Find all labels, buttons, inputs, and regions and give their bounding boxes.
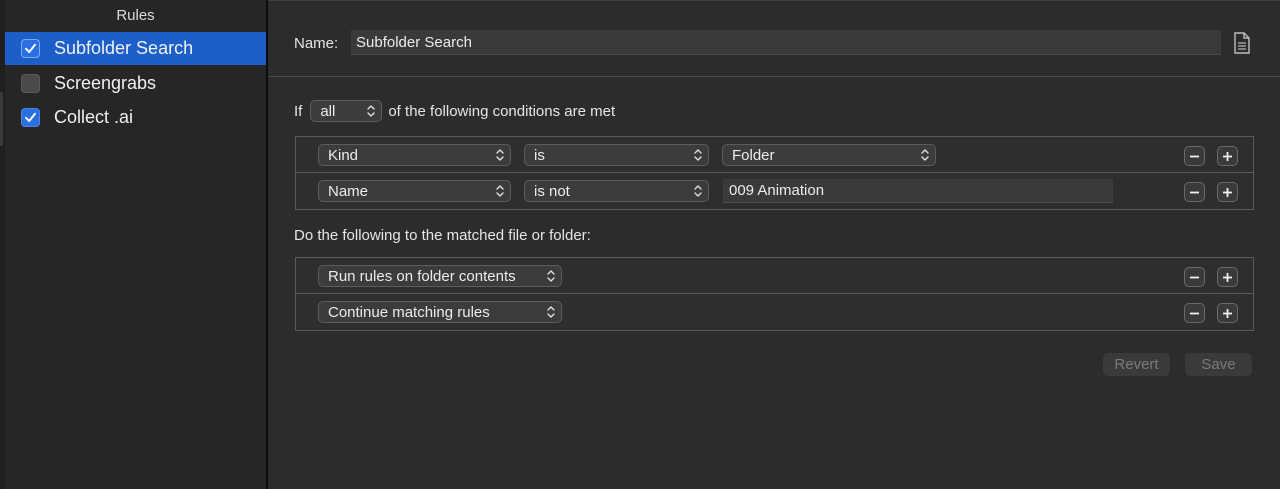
- rule-checkbox[interactable]: [21, 39, 40, 58]
- condition-operator-popup[interactable]: is not: [524, 180, 709, 202]
- top-line: [268, 0, 1280, 1]
- actions-label: Do the following to the matched file or …: [294, 227, 591, 244]
- condition-attribute: Name: [328, 182, 369, 200]
- sidebar-header: Rules: [116, 7, 155, 24]
- condition-value-popup[interactable]: Folder: [722, 144, 936, 166]
- rule-editor: Name: Subfolder Search If all of the fol…: [268, 0, 1280, 489]
- match-mode-popup[interactable]: all: [310, 100, 383, 122]
- action-value: Run rules on folder contents: [328, 267, 516, 285]
- rule-item-subfolder-search[interactable]: Subfolder Search: [5, 32, 266, 65]
- action-popup[interactable]: Run rules on folder contents: [318, 265, 562, 287]
- actions-list: Run rules on folder contents Continue ma…: [295, 257, 1254, 331]
- condition-value: Folder: [732, 146, 775, 164]
- minus-icon: [1190, 191, 1199, 193]
- minus-icon: [1190, 312, 1199, 314]
- condition-attribute-popup[interactable]: Name: [318, 180, 511, 202]
- revert-button[interactable]: Revert: [1103, 353, 1170, 376]
- chevron-updown-icon: [547, 306, 555, 318]
- remove-condition-button[interactable]: [1184, 182, 1205, 202]
- name-row: Name:: [294, 30, 338, 56]
- conditions-header: If all of the following conditions are m…: [294, 100, 615, 122]
- remove-condition-button[interactable]: [1184, 146, 1205, 166]
- conditions-prefix: If: [294, 102, 303, 120]
- minus-icon: [1190, 276, 1199, 278]
- chevron-updown-icon: [694, 185, 702, 197]
- name-input[interactable]: Subfolder Search: [351, 30, 1221, 55]
- condition-value-field[interactable]: 009 Animation: [723, 179, 1113, 203]
- rule-item-collect-ai[interactable]: Collect .ai: [5, 101, 266, 134]
- rule-item-screengrabs[interactable]: Screengrabs: [5, 67, 266, 100]
- action-value: Continue matching rules: [328, 303, 490, 321]
- checkmark-icon: [25, 43, 36, 53]
- plus-icon: [1223, 187, 1232, 197]
- add-action-button[interactable]: [1217, 267, 1238, 287]
- remove-action-button[interactable]: [1184, 303, 1205, 323]
- rule-checkbox[interactable]: [21, 74, 40, 93]
- chevron-updown-icon: [496, 185, 504, 197]
- condition-attribute-popup[interactable]: Kind: [318, 144, 511, 166]
- chevron-updown-icon: [367, 105, 376, 117]
- condition-row: Name is not 009 Animation: [296, 173, 1253, 209]
- plus-icon: [1223, 151, 1232, 161]
- chevron-updown-icon: [694, 149, 702, 161]
- condition-operator: is not: [534, 182, 570, 200]
- chevron-updown-icon: [547, 270, 555, 282]
- document-icon[interactable]: [1233, 32, 1251, 54]
- name-label: Name:: [294, 34, 339, 52]
- rule-checkbox[interactable]: [21, 108, 40, 127]
- rule-label: Screengrabs: [54, 73, 157, 93]
- conditions-suffix: of the following conditions are met: [388, 102, 616, 120]
- minus-icon: [1190, 155, 1199, 157]
- conditions-list: Kind is Folder Name is not 009 Animation: [295, 136, 1254, 210]
- section-divider: [268, 76, 1280, 77]
- condition-operator: is: [534, 146, 545, 164]
- action-row: Run rules on folder contents: [296, 258, 1253, 294]
- checkmark-icon: [25, 112, 36, 122]
- rules-sidebar: Rules Subfolder Search Screengrabs Colle…: [0, 0, 266, 489]
- condition-attribute: Kind: [328, 146, 359, 164]
- action-popup[interactable]: Continue matching rules: [318, 301, 562, 323]
- remove-action-button[interactable]: [1184, 267, 1205, 287]
- rule-label: Collect .ai: [54, 107, 134, 127]
- chevron-updown-icon: [496, 149, 504, 161]
- plus-icon: [1223, 308, 1232, 318]
- rule-label: Subfolder Search: [54, 38, 194, 58]
- add-condition-button[interactable]: [1217, 146, 1238, 166]
- action-row: Continue matching rules: [296, 294, 1253, 330]
- save-button[interactable]: Save: [1185, 353, 1252, 376]
- plus-icon: [1223, 272, 1232, 282]
- match-mode-value: all: [320, 102, 336, 120]
- add-action-button[interactable]: [1217, 303, 1238, 323]
- notch: [0, 92, 3, 146]
- condition-row: Kind is Folder: [296, 137, 1253, 173]
- add-condition-button[interactable]: [1217, 182, 1238, 202]
- chevron-updown-icon: [921, 149, 929, 161]
- condition-operator-popup[interactable]: is: [524, 144, 709, 166]
